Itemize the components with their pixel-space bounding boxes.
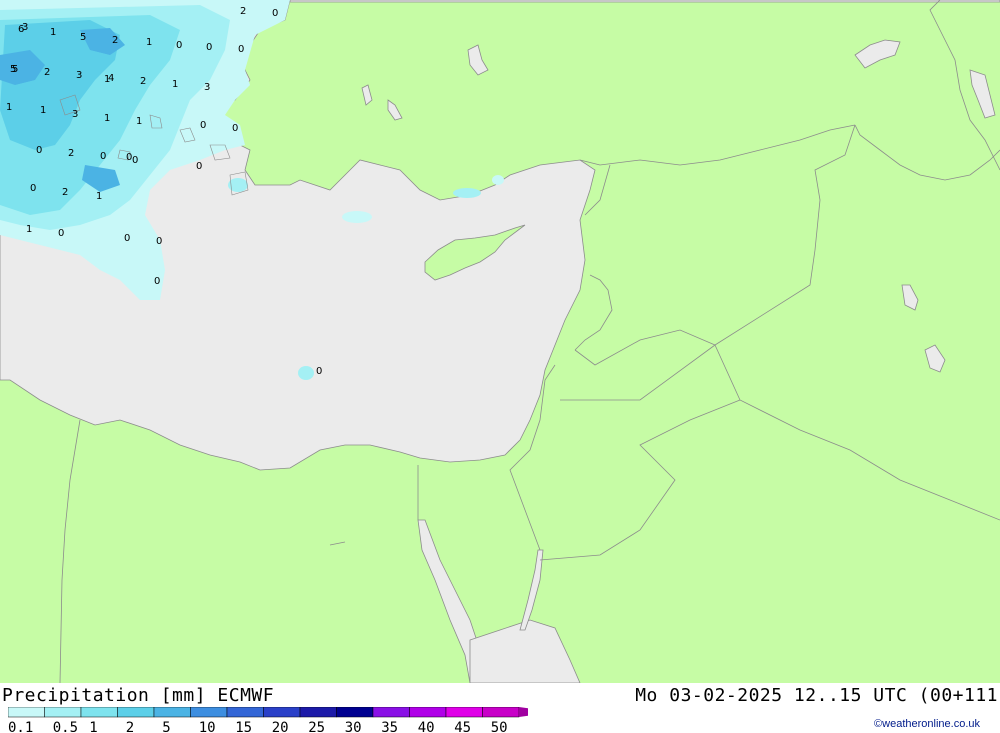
precip-value-label: 1: [146, 37, 152, 48]
legend-tick-label: 25: [308, 720, 325, 733]
precip-value-label: 1: [172, 79, 178, 90]
legend-swatch: [482, 707, 520, 718]
precip-value-label: 1: [40, 105, 46, 116]
precip-spot-sea-a: [342, 211, 372, 223]
precip-spot-antalya: [492, 175, 504, 185]
precip-spot-south-turkey: [453, 188, 481, 198]
legend-swatch: [226, 707, 264, 718]
precip-value-label: 2: [68, 148, 74, 159]
forecast-datetime: Mo 03-02-2025 12..15 UTC (00+111: [635, 685, 998, 706]
legend-swatch: [336, 707, 374, 718]
precip-value-label: 4: [108, 73, 114, 84]
legend-swatch: [263, 707, 301, 718]
legend-swatch: [409, 707, 447, 718]
precip-value-label: 1: [26, 224, 32, 235]
legend-tick-label: 45: [454, 720, 471, 733]
precip-value-label: 1: [136, 116, 142, 127]
legend-swatch: [445, 707, 483, 718]
precip-value-label: 1: [50, 27, 56, 38]
legend-swatch: [190, 707, 228, 718]
precip-value-label: 1: [6, 102, 12, 113]
legend-swatch: [153, 707, 191, 718]
precip-value-label: 0: [238, 44, 244, 55]
copyright-link[interactable]: ©weatheronline.co.uk: [874, 718, 980, 730]
legend-tick-label: 0.5: [53, 720, 78, 733]
precip-value-label: 0: [196, 161, 202, 172]
precip-value-label: 0: [232, 123, 238, 134]
legend-swatch: [80, 707, 118, 718]
precip-value-label: 2: [240, 6, 246, 17]
footer: Precipitation [mm] ECMWF Mo 03-02-2025 1…: [0, 683, 1000, 733]
precip-value-label: 3: [204, 82, 210, 93]
precip-value-label: 0: [30, 183, 36, 194]
precip-value-label: 2: [44, 67, 50, 78]
map-title: Precipitation [mm] ECMWF: [2, 685, 275, 706]
precip-value-label: 0: [206, 42, 212, 53]
legend-swatch: [8, 707, 45, 718]
precip-value-label: 0: [132, 155, 138, 166]
precip-value-label: 0: [100, 151, 106, 162]
precip-value-label: 0: [154, 276, 160, 287]
precip-value-label: 0: [156, 236, 162, 247]
legend-swatch: [44, 707, 82, 718]
legend-tick-label: 20: [272, 720, 289, 733]
precip-value-label: 0: [36, 145, 42, 156]
precip-value-label: 2: [140, 76, 146, 87]
northern-sea: [289, 0, 1000, 3]
legend-tick-label: 5: [162, 720, 170, 733]
precip-value-label: 1: [96, 191, 102, 202]
precip-value-label: 2: [62, 187, 68, 198]
precip-value-label: 0: [272, 8, 278, 19]
legend-tick-label: 2: [126, 720, 134, 733]
legend-tick-label: 30: [345, 720, 362, 733]
legend-arrow: [519, 707, 528, 717]
precip-value-label: 0: [58, 228, 64, 239]
precip-value-label: 3: [72, 109, 78, 120]
precip-value-label: 2: [112, 35, 118, 46]
precip-value-label: 5: [10, 64, 16, 75]
legend-tick-label: 0.1: [8, 720, 33, 733]
precip-spot-sea-b: [298, 366, 314, 380]
legend-swatch: [372, 707, 410, 718]
color-legend: 0.1 0.5 1 2 5 10 15 20 25 30 35 40 45 50: [8, 707, 528, 733]
precip-value-label: 0: [124, 233, 130, 244]
precip-value-label: 3: [76, 70, 82, 81]
legend-tick-label: 40: [418, 720, 435, 733]
precip-value-label: 0: [200, 120, 206, 131]
legend-tick-label: 10: [199, 720, 216, 733]
legend-tick-label: 15: [235, 720, 252, 733]
precip-value-label: 5: [80, 32, 86, 43]
precip-value-label: 1: [104, 113, 110, 124]
precip-value-label: 3: [22, 22, 28, 33]
legend-tick-label: 50: [491, 720, 508, 733]
legend-tick-label: 1: [89, 720, 97, 733]
legend-swatch: [299, 707, 337, 718]
legend-tick-label: 35: [381, 720, 398, 733]
precip-value-label: 0: [176, 40, 182, 51]
precip-value-label: 0: [316, 366, 322, 377]
precipitation-map: 6 1 5 2 1 0 0 053102 05 2 3 4 2 1 31 1 3 1 1000 2 0 000 2 11 0 0 0…: [0, 0, 1000, 683]
legend-swatch: [117, 707, 155, 718]
